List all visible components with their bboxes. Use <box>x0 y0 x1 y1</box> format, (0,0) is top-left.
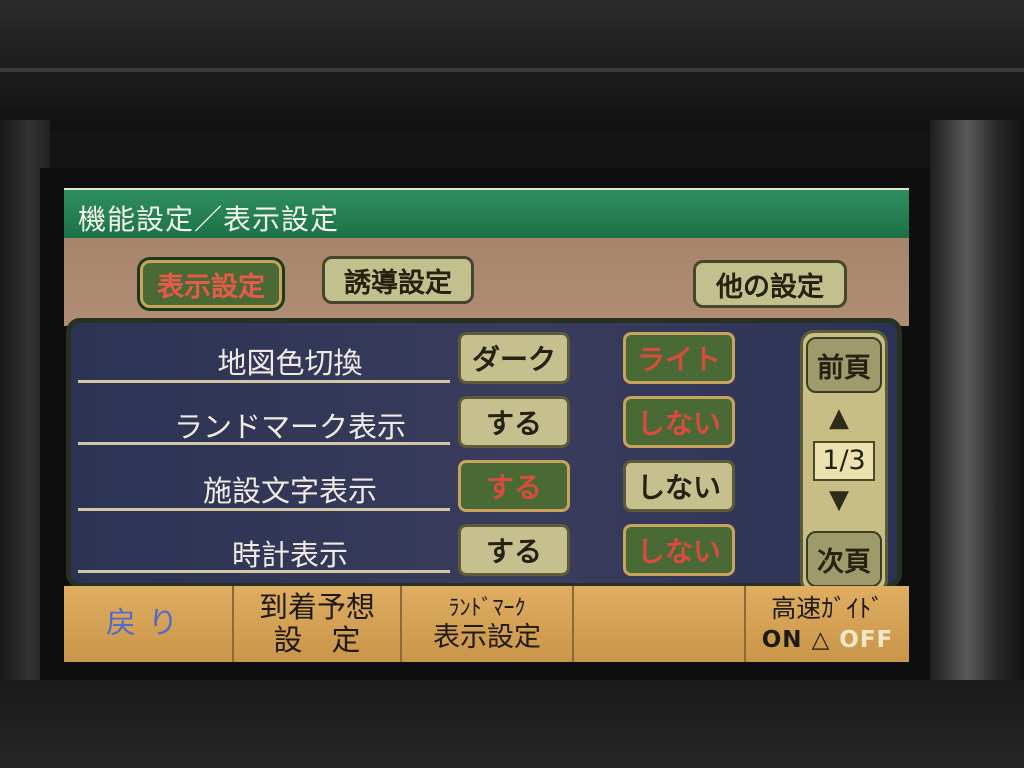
landmark-display-settings-button[interactable]: ﾗﾝﾄﾞﾏｰｸ 表示設定 <box>402 586 574 662</box>
off-label: OFF <box>839 627 894 653</box>
landmark-on-button[interactable]: する <box>458 396 570 448</box>
scroll-down-icon[interactable]: ▼ <box>829 485 849 515</box>
facility-text-on-button[interactable]: する <box>458 460 570 512</box>
bottom-function-bar: 戻り 到着予想 設 定 ﾗﾝﾄﾞﾏｰｸ 表示設定 高速ｶﾞｲﾄﾞ ON △ OF… <box>64 586 909 662</box>
on-off-indicator: ON △ OFF <box>762 629 894 652</box>
title-bar: 機能設定／表示設定 <box>64 188 909 240</box>
scroll-up-icon[interactable]: ▲ <box>829 403 849 433</box>
setting-label-map-color: 地図色切換 <box>217 346 363 380</box>
highway-guide-toggle[interactable]: 高速ｶﾞｲﾄﾞ ON △ OFF <box>746 586 909 662</box>
pager: 前頁 ▲ 1/3 ▼ 次頁 <box>800 330 888 594</box>
device-bezel-top <box>0 0 1024 130</box>
back-label: 戻り <box>106 606 190 641</box>
next-page-button[interactable]: 次頁 <box>806 531 882 587</box>
page-title: 機能設定／表示設定 <box>78 203 340 236</box>
on-label: ON <box>761 627 803 653</box>
landmark-label-line2: 表示設定 <box>433 621 541 653</box>
bezel-trim <box>0 68 1024 72</box>
tab-guidance-settings[interactable]: 誘導設定 <box>322 256 474 304</box>
prev-page-button[interactable]: 前頁 <box>806 337 882 393</box>
row-divider <box>78 570 450 573</box>
setting-label-landmark: ランドマーク表示 <box>173 410 406 444</box>
clock-on-button[interactable]: する <box>458 524 570 576</box>
row-divider <box>78 442 450 445</box>
clock-off-button[interactable]: しない <box>623 524 735 576</box>
device-bezel-bottom <box>0 680 1024 768</box>
arrival-label-line2: 設 定 <box>273 623 361 657</box>
row-divider <box>78 508 450 511</box>
tab-other-settings[interactable]: 他の設定 <box>693 260 847 308</box>
tab-display-settings[interactable]: 表示設定 <box>140 260 282 308</box>
empty-function-slot <box>574 586 746 662</box>
page-indicator: 1/3 <box>813 441 875 481</box>
facility-text-off-button[interactable]: しない <box>623 460 735 512</box>
map-color-light-button[interactable]: ライト <box>623 332 735 384</box>
arrival-estimate-settings-button[interactable]: 到着予想 設 定 <box>234 586 402 662</box>
toggle-arrow-icon: △ <box>811 627 831 653</box>
arrival-label-line1: 到着予想 <box>258 590 375 624</box>
device-bezel-right <box>930 120 1024 720</box>
back-button[interactable]: 戻り <box>64 586 234 662</box>
landmark-label-line1: ﾗﾝﾄﾞﾏｰｸ <box>448 595 526 621</box>
row-divider <box>78 380 450 383</box>
landmark-off-button[interactable]: しない <box>623 396 735 448</box>
map-color-dark-button[interactable]: ダーク <box>458 332 570 384</box>
setting-label-facility-text: 施設文字表示 <box>202 474 377 508</box>
nav-screen: 機能設定／表示設定 表示設定 誘導設定 他の設定 地図色切換 ダーク ライト ラ… <box>40 168 930 680</box>
highway-label: 高速ｶﾞｲﾄﾞ <box>771 594 884 623</box>
setting-label-clock: 時計表示 <box>231 538 348 572</box>
